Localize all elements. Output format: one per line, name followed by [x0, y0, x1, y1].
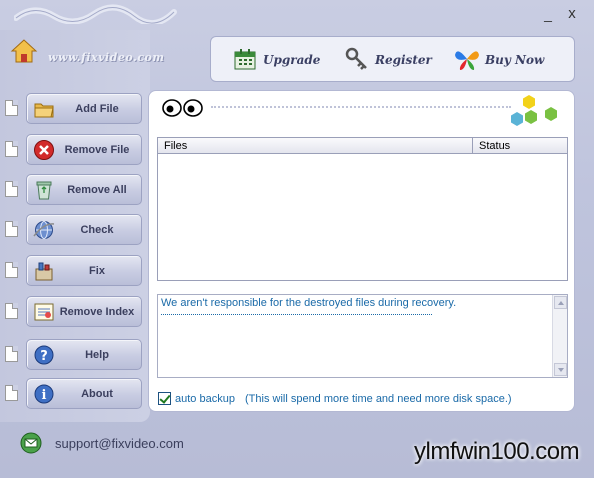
dotted-divider	[211, 106, 511, 108]
fix-button[interactable]: Fix	[26, 255, 142, 286]
website-link[interactable]: www.fixvideo.com	[48, 51, 165, 64]
red-x-icon	[34, 140, 54, 160]
home-row: www.fixvideo.com	[6, 38, 206, 68]
title-bar[interactable]: _ x	[0, 0, 594, 30]
log-message: We aren't responsible for the destroyed …	[161, 297, 457, 309]
sidebar-row-help: ? Help	[0, 338, 150, 372]
app-window: _ x www.fixvideo.com Add File Remove Fil…	[0, 0, 594, 478]
sidebar-row-about: i About	[0, 377, 150, 411]
sidebar-row-remove-all: Remove All	[0, 173, 150, 207]
eyes-icon	[162, 99, 203, 117]
auto-backup-checkbox[interactable]	[158, 392, 171, 405]
check-button[interactable]: Check	[26, 214, 142, 245]
help-button[interactable]: ? Help	[26, 339, 142, 370]
add-file-button[interactable]: Add File	[26, 93, 142, 124]
info-icon: i	[34, 384, 54, 404]
buy-now-label: Buy Now	[485, 53, 545, 67]
document-icon	[5, 262, 18, 278]
watermark-text: ylmfwin100.com	[414, 438, 580, 465]
key-icon	[345, 47, 367, 70]
support-email-link[interactable]: support@fixvideo.com	[55, 436, 184, 451]
document-icon	[5, 181, 18, 197]
document-icon	[5, 141, 18, 157]
table-header: Files Status	[158, 138, 567, 154]
remove-file-button[interactable]: Remove File	[26, 134, 142, 165]
sidebar-row-check: Check	[0, 213, 150, 247]
upgrade-button[interactable]: Upgrade	[231, 43, 331, 77]
hexagon-decoration-icon	[511, 95, 557, 126]
help-label: Help	[85, 349, 109, 361]
fix-label: Fix	[89, 265, 105, 277]
footer: support@fixvideo.com ylmfwin100.com	[0, 420, 594, 478]
top-toolbar: Upgrade Register Buy Now	[210, 36, 575, 82]
column-header-status[interactable]: Status	[473, 138, 567, 154]
upgrade-label: Upgrade	[263, 53, 321, 67]
globe-icon	[33, 221, 55, 239]
question-icon: ?	[34, 345, 54, 365]
main-panel: Files Status We aren't responsible for t…	[148, 90, 575, 412]
folder-icon	[34, 103, 54, 118]
app-logo-graphic	[13, 4, 177, 26]
register-button[interactable]: Register	[343, 43, 443, 77]
remove-file-label: Remove File	[64, 144, 130, 156]
sidebar-row-remove-file: Remove File	[0, 133, 150, 167]
mail-icon	[20, 432, 42, 454]
watermark: ylmfwin100.com	[408, 438, 588, 472]
index-icon	[34, 303, 54, 321]
scroll-up-arrow-icon[interactable]	[554, 296, 567, 309]
about-button[interactable]: i About	[26, 378, 142, 409]
log-textarea[interactable]: We aren't responsible for the destroyed …	[157, 294, 568, 378]
document-icon	[5, 303, 18, 319]
butterfly-icon	[455, 51, 479, 70]
remove-all-label: Remove All	[67, 184, 127, 196]
add-file-label: Add File	[75, 103, 119, 115]
svg-text:i: i	[42, 388, 47, 403]
app-logo	[13, 2, 184, 29]
sidebar-row-fix: Fix	[0, 254, 150, 288]
log-dotted-underline	[161, 314, 432, 315]
file-table[interactable]: Files Status	[157, 137, 568, 281]
scroll-down-arrow-icon[interactable]	[554, 363, 567, 376]
register-label: Register	[375, 53, 432, 67]
remove-index-label: Remove Index	[59, 306, 135, 318]
svg-text:?: ?	[40, 349, 48, 364]
close-button[interactable]: x	[564, 6, 580, 22]
document-icon	[5, 346, 18, 362]
remove-all-button[interactable]: Remove All	[26, 174, 142, 205]
auto-backup-note: (This will spend more time and need more…	[245, 393, 512, 405]
remove-index-button[interactable]: Remove Index	[26, 296, 142, 327]
minimize-button[interactable]: _	[540, 6, 556, 22]
sidebar-row-add-file: Add File	[0, 92, 150, 126]
document-icon	[5, 100, 18, 116]
tools-icon	[35, 262, 53, 281]
document-icon	[5, 221, 18, 237]
check-label: Check	[80, 224, 114, 236]
auto-backup-row: auto backup (This will spend more time a…	[158, 391, 558, 407]
log-scrollbar[interactable]	[552, 295, 567, 377]
recycle-bin-icon	[36, 181, 52, 200]
document-icon	[5, 385, 18, 401]
buy-now-button[interactable]: Buy Now	[453, 43, 563, 77]
about-label: About	[81, 388, 113, 400]
upgrade-icon	[234, 49, 256, 70]
house-icon[interactable]	[10, 38, 38, 64]
auto-backup-label[interactable]: auto backup	[175, 393, 235, 405]
column-header-files[interactable]: Files	[158, 138, 473, 154]
sidebar-row-remove-index: Remove Index	[0, 295, 150, 329]
